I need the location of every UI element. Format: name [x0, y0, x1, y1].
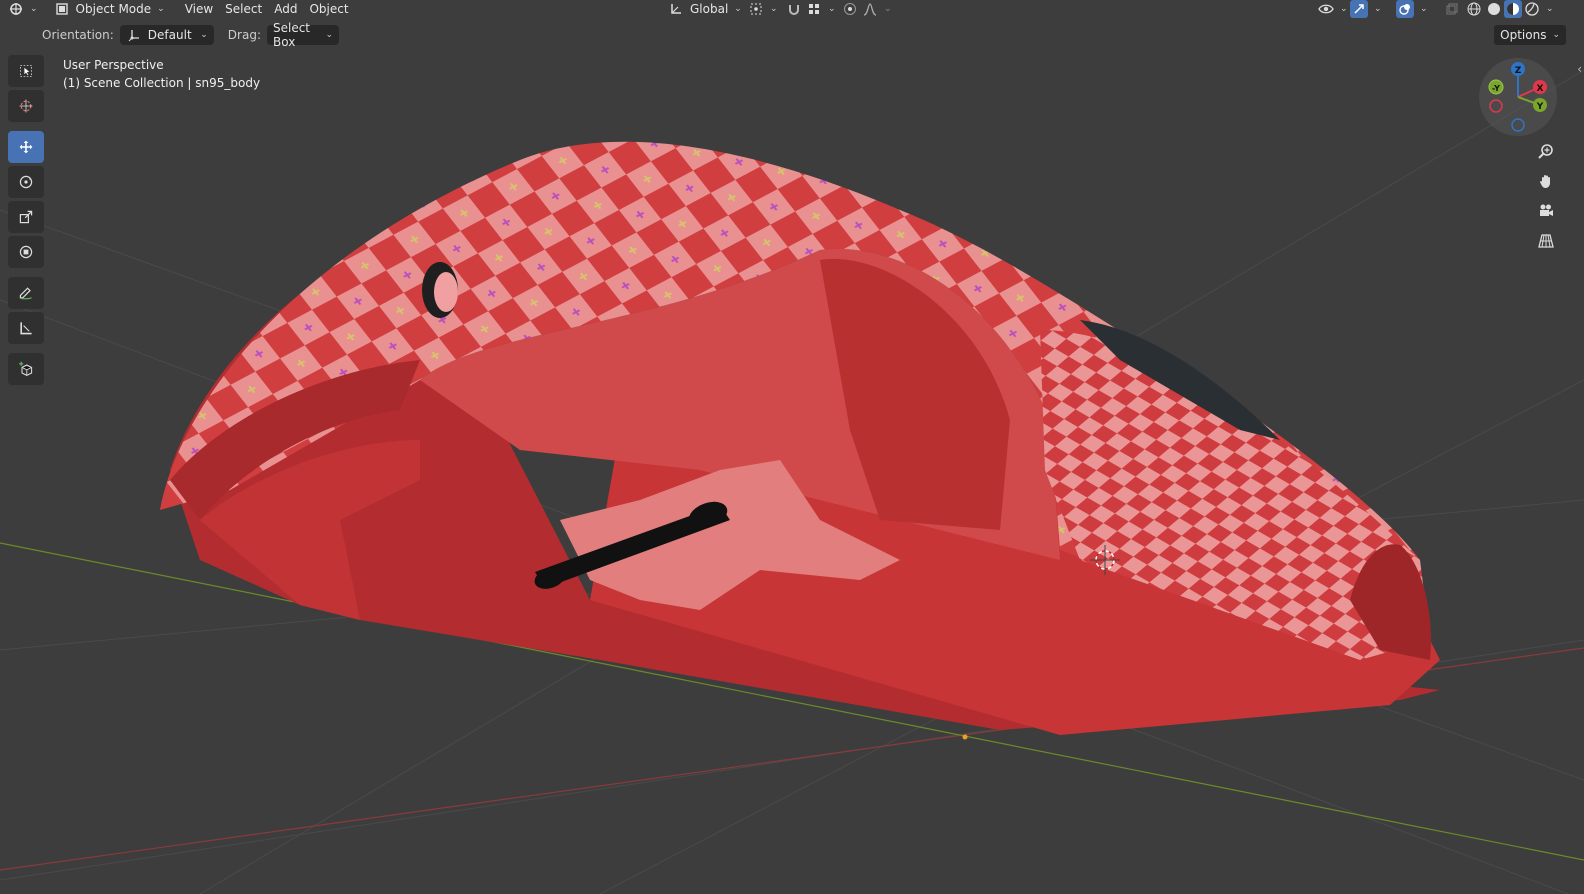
material-sphere-icon [1504, 0, 1522, 18]
gizmo-z-label: Z [1515, 66, 1522, 76]
camera-icon [1538, 203, 1554, 219]
measure-tool[interactable] [8, 312, 44, 344]
gizmo-toggle-button[interactable]: ⌄ [1348, 0, 1384, 18]
editor-type-icon [8, 1, 24, 17]
perspective-label: User Perspective [63, 58, 164, 72]
measure-icon [18, 320, 34, 336]
scale-icon [18, 209, 34, 225]
chevron-down-icon: ⌄ [325, 30, 333, 40]
transform-orientation-label: Global [690, 2, 729, 16]
chevron-down-icon: ⌄ [1420, 4, 1428, 14]
camera-view-button[interactable] [1533, 198, 1559, 224]
transform-orientation-selector[interactable]: Global ⌄ [662, 0, 748, 18]
pivot-point-button[interactable]: ⌄ [742, 0, 784, 18]
chevron-down-icon: ⌄ [1546, 4, 1554, 14]
xray-toggle-button[interactable] [1438, 0, 1466, 18]
viewport-3d[interactable] [0, 0, 1584, 894]
chevron-down-icon: ⌄ [828, 4, 836, 14]
gizmo-icon [1350, 0, 1368, 18]
shading-material-button[interactable] [1502, 0, 1524, 18]
tool-shelf [6, 55, 46, 388]
falloff-curve-icon [862, 1, 878, 17]
move-tool[interactable] [8, 131, 44, 163]
orientation-axes-icon [668, 1, 684, 17]
chevron-down-icon: ⌄ [884, 4, 892, 14]
gizmo-x-label: X [1537, 84, 1544, 94]
zoom-button[interactable] [1533, 138, 1559, 164]
chevron-down-icon: ⌄ [1552, 30, 1560, 40]
orientation-label: Orientation: [42, 28, 114, 42]
zoom-icon [1538, 143, 1554, 159]
editor-type-button[interactable]: ⌄ [0, 0, 44, 18]
shading-solid-button[interactable] [1484, 0, 1504, 18]
overlays-icon [1396, 0, 1414, 18]
pivot-icon [748, 1, 764, 17]
xray-icon [1444, 1, 1460, 17]
navigation-gizmo[interactable]: Z X Y -Y [1478, 57, 1558, 137]
gizmo-y-label: Y [1536, 102, 1544, 112]
rotate-tool[interactable] [8, 166, 44, 198]
menu-view[interactable]: View [179, 0, 219, 18]
falloff-button[interactable]: ⌄ [856, 0, 898, 18]
drag-label: Drag: [227, 28, 261, 42]
orientation-gizmo-icon [126, 27, 142, 43]
select-box-tool[interactable] [8, 55, 44, 87]
options-label: Options [1500, 28, 1547, 42]
annotate-icon [18, 285, 34, 301]
annotate-tool[interactable] [8, 277, 44, 309]
eye-icon [1318, 1, 1334, 17]
mode-label: Object Mode [75, 2, 152, 16]
chevron-down-icon: ⌄ [1340, 4, 1348, 14]
rotate-icon [18, 174, 34, 190]
sidebar-expand-icon[interactable]: ‹ [1577, 62, 1582, 76]
gizmo-neg-y-label: -Y [1492, 84, 1500, 93]
wireframe-sphere-icon [1466, 1, 1482, 17]
pan-hand-icon [1538, 173, 1554, 189]
viewport-header: ⌄ Object Mode ⌄ View Select Add Object G… [0, 0, 1584, 18]
mode-selector[interactable]: Object Mode ⌄ [48, 0, 171, 18]
car-body-mesh[interactable] [160, 141, 1440, 740]
shading-rendered-button[interactable]: ⌄ [1522, 0, 1556, 18]
snap-grid-icon [806, 1, 822, 17]
scale-tool[interactable] [8, 201, 44, 233]
transform-tool[interactable] [8, 236, 44, 268]
chevron-down-icon: ⌄ [1374, 4, 1382, 14]
solid-sphere-icon [1486, 1, 1502, 17]
drag-dropdown[interactable]: Select Box ⌄ [266, 21, 339, 49]
grid-view-icon [1538, 233, 1554, 249]
options-dropdown[interactable]: Options ⌄ [1494, 25, 1566, 45]
rendered-sphere-icon [1524, 1, 1540, 17]
add-cube-icon [18, 361, 34, 377]
add-cube-tool[interactable] [8, 353, 44, 385]
shading-wireframe-button[interactable] [1464, 0, 1484, 18]
chevron-down-icon: ⌄ [157, 4, 165, 14]
cursor-tool[interactable] [8, 90, 44, 122]
chevron-down-icon: ⌄ [770, 4, 778, 14]
menu-select[interactable]: Select [219, 0, 268, 18]
chevron-down-icon: ⌄ [734, 4, 742, 14]
drag-value: Select Box [272, 21, 311, 49]
menu-object[interactable]: Object [303, 0, 354, 18]
transform-icon [18, 244, 34, 260]
pan-button[interactable] [1533, 168, 1559, 194]
cursor-icon [18, 98, 34, 114]
orientation-value: Default [147, 28, 192, 42]
object-mode-icon [54, 1, 70, 17]
overlays-toggle-button[interactable]: ⌄ [1394, 0, 1430, 18]
chevron-down-icon: ⌄ [30, 4, 38, 14]
viewport-info: User Perspective (1) Scene Collection | … [63, 56, 260, 92]
tool-settings-header: Orientation: Default ⌄ Drag: Select Box … [0, 21, 1584, 49]
orientation-dropdown[interactable]: Default ⌄ [119, 25, 214, 45]
collection-label: (1) Scene Collection | sn95_body [63, 76, 261, 90]
menu-add[interactable]: Add [268, 0, 303, 18]
select-box-icon [18, 63, 34, 79]
chevron-down-icon: ⌄ [200, 30, 208, 40]
perspective-toggle-button[interactable] [1533, 228, 1559, 254]
move-icon [18, 139, 34, 155]
